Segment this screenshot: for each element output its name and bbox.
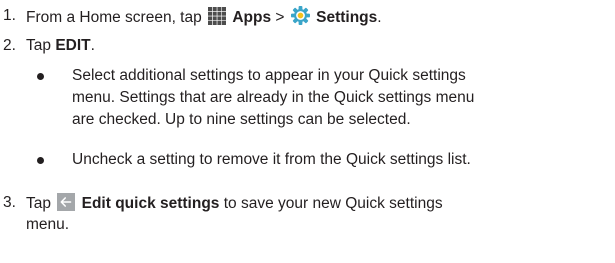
edit-quick-settings-label: Edit quick settings <box>81 195 220 212</box>
settings-label: Settings <box>316 9 378 26</box>
step-prefix: From a Home screen, tap <box>26 9 202 26</box>
bullet-2-line-1: Uncheck a setting to remove it from the … <box>72 151 471 168</box>
bullet-1-line-1: Select additional settings to appear in … <box>72 67 466 84</box>
step-3-line-2: menu. <box>26 216 70 233</box>
step-suffix: . <box>377 9 382 26</box>
step-text: From a Home screen, tap Apps > Settings. <box>26 6 382 28</box>
step-suffix: . <box>90 37 95 54</box>
bullet-1-line-2: menu. Settings that are already in the Q… <box>72 89 475 106</box>
back-arrow-icon <box>57 193 76 211</box>
bullet-dot <box>37 73 44 80</box>
step-text: Tap Edit quick settings to save your new… <box>26 193 443 214</box>
path-separator: > <box>275 9 285 26</box>
instruction-list: 1. From a Home screen, tap Apps > Settin… <box>0 0 615 263</box>
step-number: 3. <box>3 194 16 211</box>
bullet-1-line-3: are checked. Up to nine settings can be … <box>72 111 411 128</box>
step-number: 2. <box>3 37 16 54</box>
apps-label: Apps <box>232 9 272 26</box>
step-prefix: Tap <box>26 195 51 212</box>
bullet-dot <box>37 157 44 164</box>
settings-gear-icon <box>290 6 310 25</box>
step-number: 1. <box>3 7 16 24</box>
apps-grid-icon <box>208 7 227 25</box>
edit-label: EDIT <box>55 37 91 54</box>
step-prefix: Tap <box>26 37 51 54</box>
step-text: Tap EDIT. <box>26 36 95 56</box>
step-suffix: to save your new Quick settings <box>223 195 443 212</box>
